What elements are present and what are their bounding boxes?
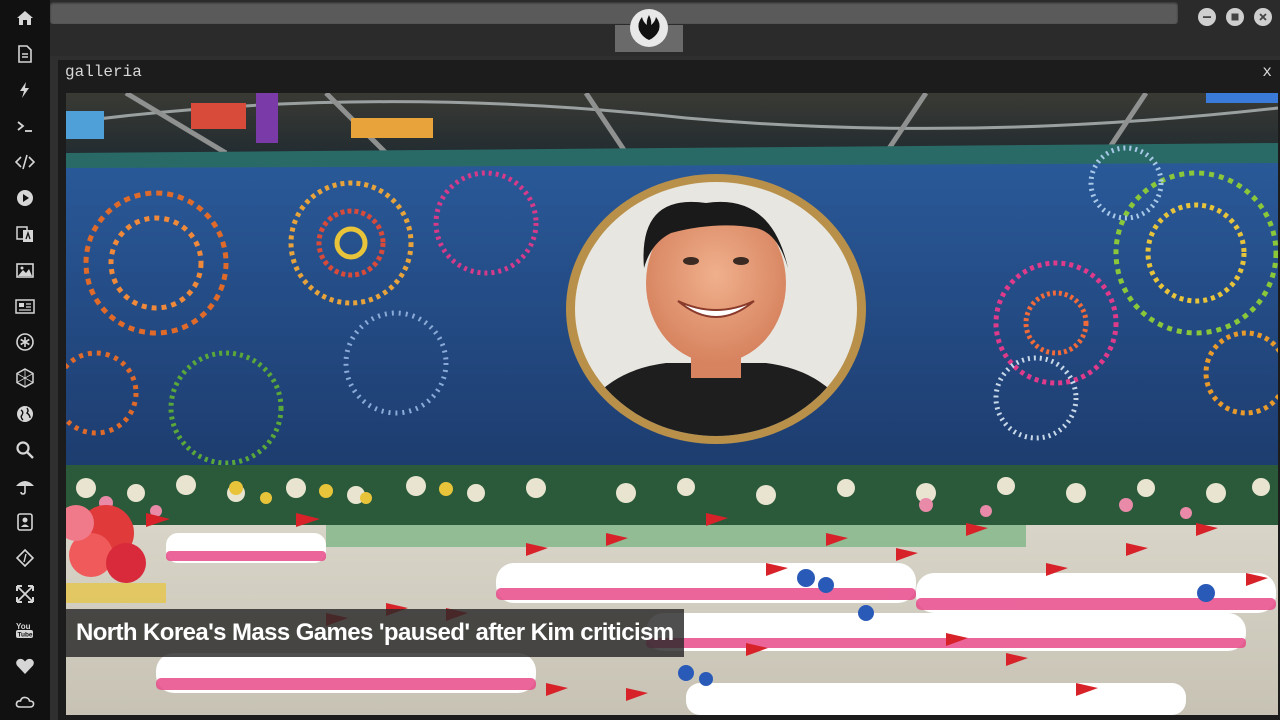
panel-title: galleria (65, 63, 142, 81)
heart-icon[interactable] (13, 654, 37, 678)
panel-close-button[interactable]: x (1262, 63, 1272, 81)
newspaper-icon[interactable] (13, 294, 37, 318)
youtube-icon[interactable]: You Tube (13, 618, 37, 642)
home-icon[interactable] (13, 6, 37, 30)
maximize-icon[interactable] (1226, 8, 1244, 26)
close-icon[interactable] (1254, 8, 1272, 26)
code-icon[interactable] (13, 150, 37, 174)
umbrella-icon[interactable] (13, 474, 37, 498)
expand-icon[interactable] (13, 582, 37, 606)
window-topbar (50, 0, 1280, 56)
minimize-icon[interactable] (1198, 8, 1216, 26)
lightning-icon[interactable] (13, 78, 37, 102)
document-icon[interactable] (13, 42, 37, 66)
translate-icon[interactable] (13, 222, 37, 246)
rebel-alliance-icon (630, 9, 668, 47)
svg-text:Tube: Tube (18, 632, 33, 639)
gallery-caption: North Korea's Mass Games 'paused' after … (66, 609, 684, 657)
code-diamond-icon[interactable] (13, 546, 37, 570)
search-icon[interactable] (13, 438, 37, 462)
image-icon[interactable] (13, 258, 37, 282)
globe-icon[interactable] (13, 402, 37, 426)
hexagon-icon[interactable] (13, 366, 37, 390)
asterisk-icon[interactable] (13, 330, 37, 354)
gallery-panel: galleria x North Korea's Mass Games 'pau… (58, 60, 1280, 720)
play-icon[interactable] (13, 186, 37, 210)
svg-text:You: You (16, 622, 31, 631)
sidebar: You Tube (0, 0, 50, 720)
terminal-icon[interactable] (13, 114, 37, 138)
contact-icon[interactable] (13, 510, 37, 534)
cloud-icon[interactable] (13, 690, 37, 714)
address-bar[interactable] (50, 2, 1178, 24)
